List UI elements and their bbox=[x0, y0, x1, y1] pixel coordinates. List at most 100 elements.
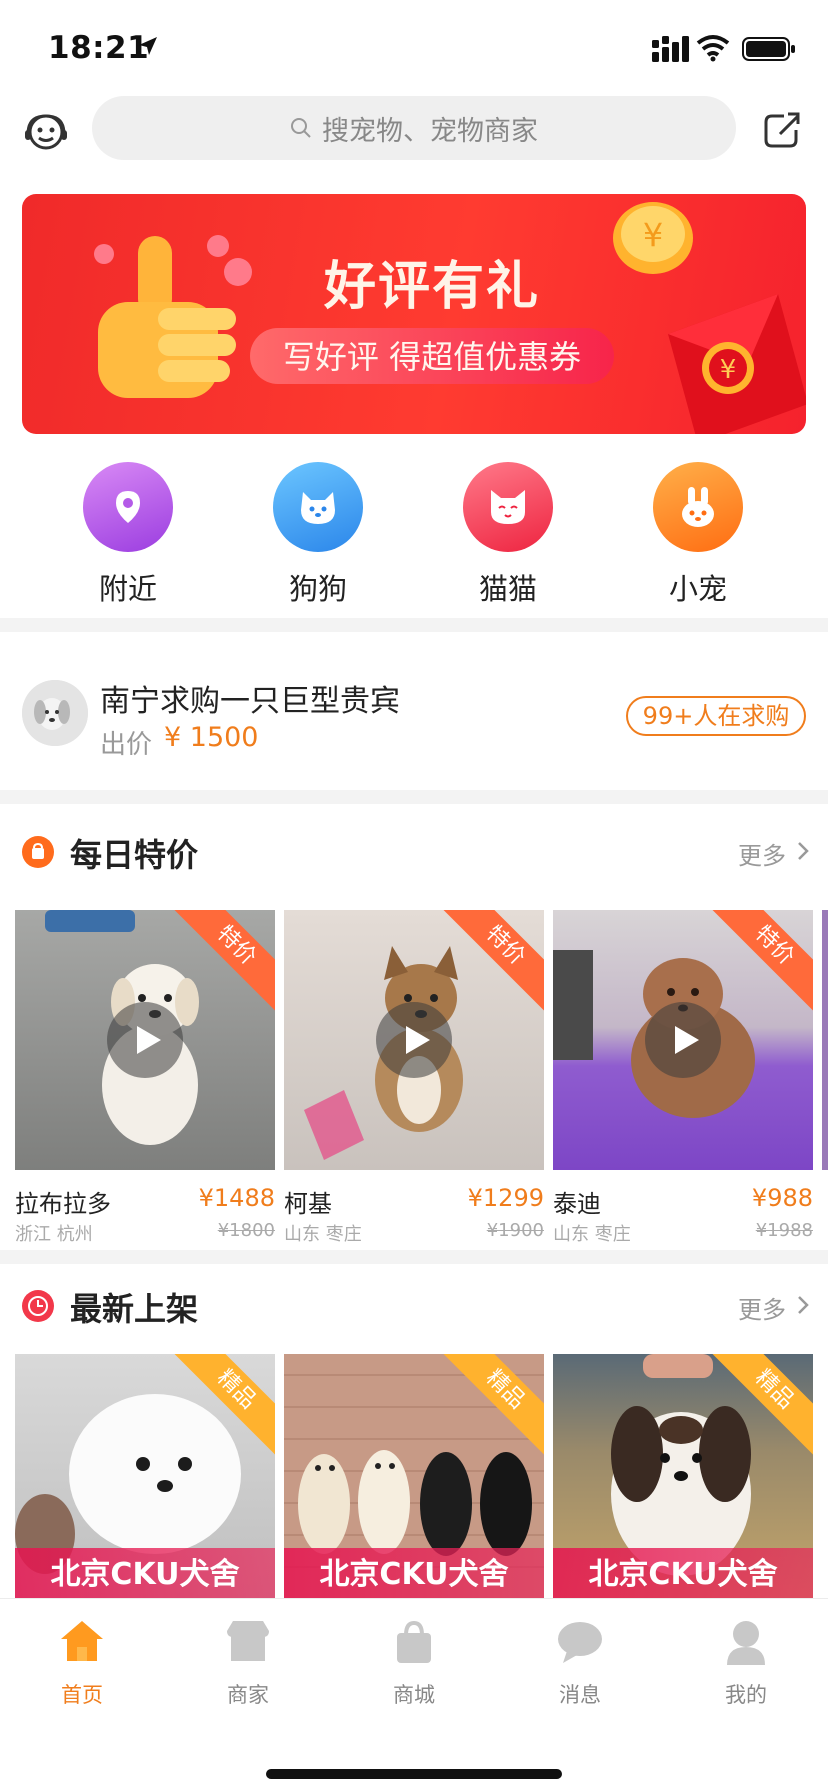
play-icon bbox=[406, 1026, 430, 1054]
shop-icon bbox=[227, 1621, 269, 1661]
pet-price: ¥1299 bbox=[467, 1184, 544, 1212]
top-bar: 搜宠物、宠物商家 bbox=[0, 96, 828, 186]
category-nearby-circle bbox=[83, 462, 173, 552]
svg-text:¥: ¥ bbox=[643, 216, 663, 254]
play-icon bbox=[137, 1026, 161, 1054]
deal-card[interactable]: 特价 拉布拉多 ¥1488 浙江 杭州 ¥1800 bbox=[15, 910, 275, 1250]
category-dogs-circle bbox=[273, 462, 363, 552]
pet-location: 浙江 杭州 bbox=[15, 1224, 93, 1245]
new-arrival-image[interactable]: 精品 北京CKU犬舍 bbox=[553, 1354, 813, 1598]
search-input[interactable]: 搜宠物、宠物商家 bbox=[92, 96, 736, 160]
new-arrivals-header: 最新上架 更多 bbox=[0, 1272, 828, 1342]
request-count-badge[interactable]: 99+人在求购 bbox=[626, 696, 806, 736]
daily-deals-header: 每日特价 更多 bbox=[0, 818, 828, 888]
cat-icon bbox=[491, 490, 525, 524]
shop-name: 北京CKU犬舍 bbox=[284, 1548, 544, 1598]
new-arrivals-more-link[interactable]: 更多 bbox=[738, 1290, 786, 1325]
home-icon bbox=[61, 1621, 103, 1661]
deal-card-image[interactable]: 特价 bbox=[553, 910, 813, 1170]
rabbit-icon bbox=[682, 487, 714, 527]
share-icon[interactable] bbox=[762, 110, 802, 150]
tab-label: 商城 bbox=[393, 1683, 435, 1707]
deal-card[interactable]: 特价 泰迪 ¥988 山东 枣庄 ¥1988 bbox=[553, 910, 813, 1250]
promo-banner[interactable]: 好评有礼 写好评 得超值优惠券 ¥ ¥ bbox=[22, 194, 806, 434]
shop-name: 北京CKU犬舍 bbox=[15, 1548, 275, 1598]
category-cats[interactable]: 猫猫 bbox=[448, 462, 568, 608]
deal-bag-icon bbox=[22, 836, 54, 868]
red-envelope-icon: ¥ bbox=[668, 294, 806, 434]
category-nearby[interactable]: 附近 bbox=[68, 462, 188, 608]
pet-name: 泰迪 bbox=[553, 1190, 601, 1218]
clock-icon bbox=[22, 1290, 54, 1322]
chevron-right-icon[interactable] bbox=[796, 840, 810, 862]
pet-price: ¥1488 bbox=[198, 1184, 275, 1212]
pet-old-price: ¥1900 bbox=[486, 1220, 544, 1241]
section-divider bbox=[0, 1250, 828, 1264]
play-button[interactable] bbox=[645, 1002, 721, 1078]
purchase-request-card[interactable]: 南宁求购一只巨型贵宾 出价 ¥ 1500 99+人在求购 bbox=[0, 640, 828, 790]
tab-mall[interactable]: 商城 bbox=[354, 1617, 474, 1709]
chat-bubble-icon bbox=[558, 1622, 602, 1663]
banner-title: 好评有礼 bbox=[323, 257, 540, 317]
tab-merchants[interactable]: 商家 bbox=[188, 1617, 308, 1709]
location-icon bbox=[116, 491, 140, 523]
play-button[interactable] bbox=[107, 1002, 183, 1078]
svg-text:¥: ¥ bbox=[720, 355, 737, 385]
new-arrivals-title: 最新上架 bbox=[70, 1290, 199, 1328]
new-arrival-image[interactable]: 精品 北京CKU犬舍 bbox=[284, 1354, 544, 1598]
pet-name: 拉布拉多 bbox=[15, 1190, 111, 1218]
request-price: ¥ 1500 bbox=[164, 722, 259, 753]
pet-old-price: ¥1800 bbox=[217, 1220, 275, 1241]
search-icon bbox=[291, 118, 311, 138]
category-dogs[interactable]: 狗狗 bbox=[258, 462, 378, 608]
battery-icon bbox=[742, 37, 795, 61]
tab-home[interactable]: 首页 bbox=[22, 1617, 142, 1709]
user-icon bbox=[727, 1621, 765, 1665]
next-card-peek bbox=[822, 910, 828, 1170]
section-divider bbox=[0, 618, 828, 632]
search-placeholder: 搜宠物、宠物商家 bbox=[322, 115, 538, 147]
shopping-bag-icon bbox=[397, 1620, 431, 1663]
new-arrival-image[interactable]: 精品 北京CKU犬舍 bbox=[15, 1354, 275, 1598]
dog-icon bbox=[301, 492, 335, 524]
chevron-right-icon[interactable] bbox=[796, 1294, 810, 1316]
category-label: 小宠 bbox=[668, 572, 727, 606]
new-arrival-card[interactable]: 精品 北京CKU犬舍 bbox=[284, 1354, 544, 1598]
new-arrival-card[interactable]: 精品 北京CKU犬舍 bbox=[553, 1354, 813, 1598]
category-label: 猫猫 bbox=[478, 572, 537, 606]
tab-label: 消息 bbox=[559, 1683, 601, 1707]
deal-card-image[interactable]: 特价 bbox=[284, 910, 544, 1170]
request-price-label: 出价 bbox=[100, 730, 153, 760]
tab-profile[interactable]: 我的 bbox=[686, 1617, 806, 1709]
play-icon bbox=[675, 1026, 699, 1054]
deal-card-image[interactable]: 特价 bbox=[15, 910, 275, 1170]
home-indicator bbox=[266, 1769, 562, 1779]
new-arrival-card[interactable]: 精品 北京CKU犬舍 bbox=[15, 1354, 275, 1598]
avatar bbox=[22, 680, 88, 746]
cellular-signal-icon bbox=[652, 36, 689, 62]
category-nav: 附近 狗狗 猫猫 小宠 bbox=[0, 462, 828, 612]
category-small-pets[interactable]: 小宠 bbox=[638, 462, 758, 608]
customer-service-icon[interactable] bbox=[22, 108, 70, 156]
play-button[interactable] bbox=[376, 1002, 452, 1078]
pet-price: ¥988 bbox=[751, 1184, 813, 1212]
deal-card[interactable]: 特价 柯基 ¥1299 山东 枣庄 ¥1900 bbox=[284, 910, 544, 1250]
tab-label: 首页 bbox=[61, 1683, 103, 1707]
bottom-tab-bar: 首页 商家 商城 消息 我的 bbox=[0, 1598, 828, 1792]
thumbs-up-icon bbox=[94, 235, 252, 398]
request-title: 南宁求购一只巨型贵宾 bbox=[100, 684, 400, 719]
tab-messages[interactable]: 消息 bbox=[520, 1617, 640, 1709]
pet-location: 山东 枣庄 bbox=[284, 1224, 362, 1245]
pet-name: 柯基 bbox=[284, 1190, 332, 1218]
category-label: 狗狗 bbox=[288, 572, 347, 606]
pet-old-price: ¥1988 bbox=[755, 1220, 813, 1241]
category-cats-circle bbox=[463, 462, 553, 552]
daily-deals-more-link[interactable]: 更多 bbox=[738, 836, 786, 871]
dog-avatar-icon bbox=[22, 680, 88, 746]
banner-subtitle: 写好评 得超值优惠券 bbox=[282, 338, 582, 376]
status-bar: 18:21 bbox=[0, 0, 828, 96]
tab-label: 商家 bbox=[227, 1683, 269, 1707]
daily-deals-title: 每日特价 bbox=[70, 836, 199, 874]
section-divider bbox=[0, 790, 828, 804]
coin-icon: ¥ bbox=[613, 202, 693, 274]
